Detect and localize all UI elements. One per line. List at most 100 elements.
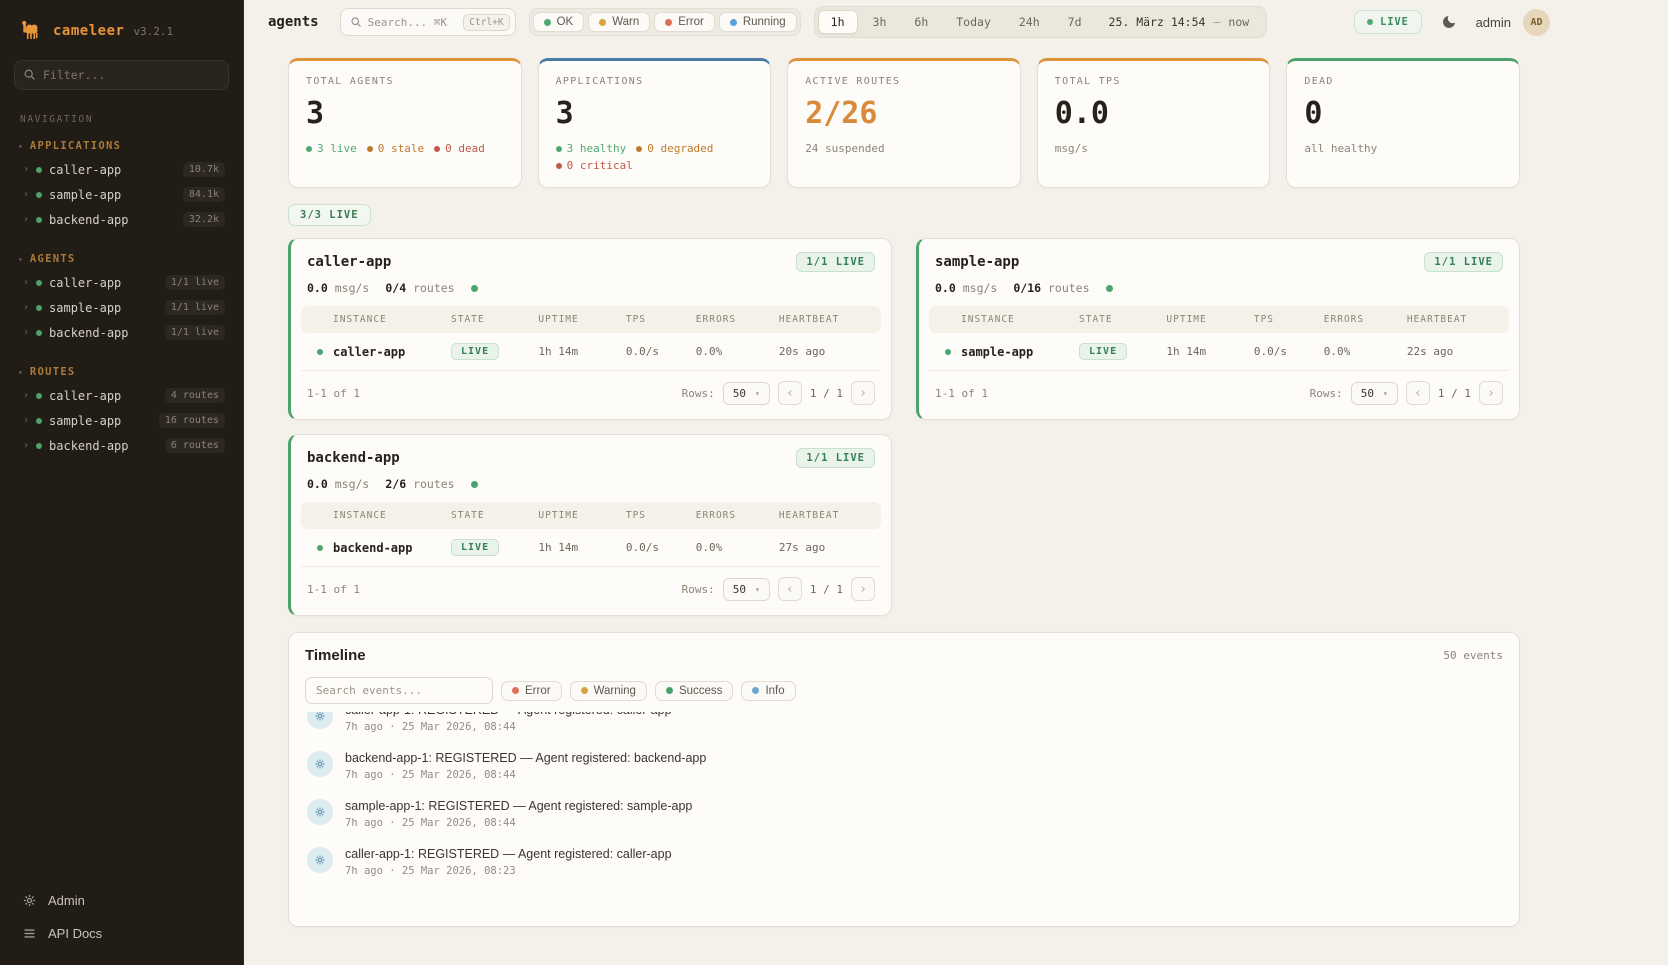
table-row[interactable]: caller-app LIVE 1h 14m 0.0/s 0.0% 20s ag… [301, 333, 881, 371]
search-input[interactable] [368, 16, 458, 29]
prev-page-button[interactable]: ‹ [778, 381, 802, 405]
stat-value: 0.0 [1055, 96, 1253, 131]
admin-link[interactable]: Admin [12, 885, 231, 916]
app-root: cameleer v3.2.1 NAVIGATION ▾ APPLICATION… [0, 0, 1668, 965]
chip-label: Success [679, 685, 722, 697]
caret-down-icon: ▾ [18, 368, 23, 377]
timeline-chip-success[interactable]: Success [655, 681, 733, 701]
routes-label: routes [1048, 281, 1090, 295]
routes-label: routes [413, 477, 455, 491]
sidebar-item-caller-app[interactable]: › caller-app 10.7k [12, 157, 231, 182]
api-docs-link[interactable]: API Docs [12, 918, 231, 949]
app-stats: 0.0 msg/s 0/4 routes [291, 281, 891, 306]
tps-cell: 0.0/s [626, 345, 696, 358]
sidebar-item-count: 84.1k [183, 187, 225, 202]
range-button-3h[interactable]: 3h [860, 10, 900, 34]
range-button-today[interactable]: Today [943, 10, 1004, 34]
chevron-right-icon: › [23, 189, 29, 200]
chip-label: Warning [594, 685, 636, 697]
sidebar-item-caller-app[interactable]: › caller-app 1/1 live [12, 270, 231, 295]
range-button-6h[interactable]: 6h [901, 10, 941, 34]
badge-text: 0 dead [445, 142, 485, 155]
tps-cell: 0.0/s [1254, 345, 1324, 358]
rows-per-page-select[interactable]: 50▾ [1351, 382, 1398, 405]
table-footer: 1-1 of 1 Rows: 50▾ ‹ 1 / 1 › [291, 567, 891, 613]
sidebar-item-caller-app[interactable]: › caller-app 4 routes [12, 383, 231, 408]
sidebar-item-backend-app[interactable]: › backend-app 32.2k [12, 207, 231, 232]
health-dot [471, 285, 478, 292]
routes-label: routes [413, 281, 455, 295]
event-title: caller-app-1: REGISTERED — Agent registe… [345, 712, 672, 717]
status-dot [36, 280, 42, 286]
timeline-event[interactable]: sample-app-1: REGISTERED — Agent registe… [305, 790, 1503, 838]
timeline-event[interactable]: caller-app-1: REGISTERED — Agent registe… [305, 712, 1503, 742]
sidebar-section-routes: ▾ ROUTES › caller-app 4 routes › sample-… [12, 361, 231, 458]
page-indicator: 1 / 1 [810, 387, 843, 400]
time-range-display[interactable]: 25. März 14:54 — now [1097, 15, 1264, 29]
rows-per-page-select[interactable]: 50▾ [723, 382, 770, 405]
timeline-chip-info[interactable]: Info [741, 681, 795, 701]
table-header-row: INSTANCE STATE UPTIME TPS ERRORS HEARTBE… [301, 306, 881, 333]
logo[interactable]: cameleer v3.2.1 [12, 14, 231, 60]
next-page-button[interactable]: › [1479, 381, 1503, 405]
section-header-routes[interactable]: ▾ ROUTES [12, 361, 231, 383]
range-end: now [1228, 15, 1249, 29]
status-dot [36, 217, 42, 223]
next-page-button[interactable]: › [851, 381, 875, 405]
app-stats: 0.0 msg/s 2/6 routes [291, 477, 891, 502]
chip-label: Warn [612, 16, 639, 28]
col-heartbeat: HEARTBEAT [779, 314, 875, 325]
app-name: caller-app [307, 254, 391, 270]
timeline-event-list[interactable]: caller-app-1: REGISTERED — Agent registe… [305, 712, 1503, 926]
status-dot [36, 443, 42, 449]
avatar[interactable]: AD [1523, 9, 1550, 36]
section-header-agents[interactable]: ▾ AGENTS [12, 248, 231, 270]
stat-subtext: all healthy [1304, 142, 1502, 155]
stat-card-dead: DEAD 0 all healthy [1286, 58, 1520, 188]
prev-page-button[interactable]: ‹ [1406, 381, 1430, 405]
stat-badge-degraded: 0 degraded [636, 142, 713, 155]
sidebar-item-sample-app[interactable]: › sample-app 16 routes [12, 408, 231, 433]
timeline-panel: Timeline 50 events Error Warning [288, 632, 1520, 927]
theme-toggle[interactable] [1434, 7, 1464, 37]
chip-label: OK [557, 16, 574, 28]
stat-badge-dead: 0 dead [434, 142, 485, 155]
filter-chip-error[interactable]: Error [654, 12, 715, 32]
tps-value: 0.0 [307, 281, 328, 295]
filter-chip-running[interactable]: Running [719, 12, 797, 32]
prev-page-button[interactable]: ‹ [778, 577, 802, 601]
chevron-right-icon: › [23, 415, 29, 426]
event-title: sample-app-1: REGISTERED — Agent registe… [345, 799, 692, 813]
range-button-24h[interactable]: 24h [1006, 10, 1053, 34]
filter-input[interactable] [14, 60, 229, 90]
section-title: APPLICATIONS [30, 140, 121, 152]
stat-label: DEAD [1304, 76, 1502, 87]
sidebar-item-sample-app[interactable]: › sample-app 84.1k [12, 182, 231, 207]
heartbeat-cell: 27s ago [779, 541, 875, 554]
timeline-event[interactable]: backend-app-1: REGISTERED — Agent regist… [305, 742, 1503, 790]
live-status-badge[interactable]: LIVE [1354, 10, 1422, 34]
table-header-row: INSTANCE STATE UPTIME TPS ERRORS HEARTBE… [301, 502, 881, 529]
filter-chip-warn[interactable]: Warn [588, 12, 650, 32]
range-button-7d[interactable]: 7d [1055, 10, 1095, 34]
timeline-chip-error[interactable]: Error [501, 681, 562, 701]
timeline-chip-warning[interactable]: Warning [570, 681, 647, 701]
stat-value: 2/26 [805, 96, 1003, 131]
timeline-search-input[interactable] [305, 677, 493, 704]
chevron-right-icon: › [23, 164, 29, 175]
table-row[interactable]: backend-app LIVE 1h 14m 0.0/s 0.0% 27s a… [301, 529, 881, 567]
sidebar-item-backend-app[interactable]: › backend-app 6 routes [12, 433, 231, 458]
sidebar-item-backend-app[interactable]: › backend-app 1/1 live [12, 320, 231, 345]
rows-per-page-select[interactable]: 50▾ [723, 578, 770, 601]
filter-chip-ok[interactable]: OK [533, 12, 585, 32]
admin-label: Admin [48, 893, 85, 908]
range-button-1h[interactable]: 1h [818, 10, 858, 34]
heartbeat-cell: 22s ago [1407, 345, 1503, 358]
event-timestamp: 7h ago · 25 Mar 2026, 08:44 [345, 817, 692, 829]
timeline-event[interactable]: caller-app-1: REGISTERED — Agent registe… [305, 838, 1503, 886]
instances-table: INSTANCE STATE UPTIME TPS ERRORS HEARTBE… [301, 502, 881, 567]
next-page-button[interactable]: › [851, 577, 875, 601]
table-row[interactable]: sample-app LIVE 1h 14m 0.0/s 0.0% 22s ag… [929, 333, 1509, 371]
sidebar-item-sample-app[interactable]: › sample-app 1/1 live [12, 295, 231, 320]
section-header-applications[interactable]: ▾ APPLICATIONS [12, 135, 231, 157]
